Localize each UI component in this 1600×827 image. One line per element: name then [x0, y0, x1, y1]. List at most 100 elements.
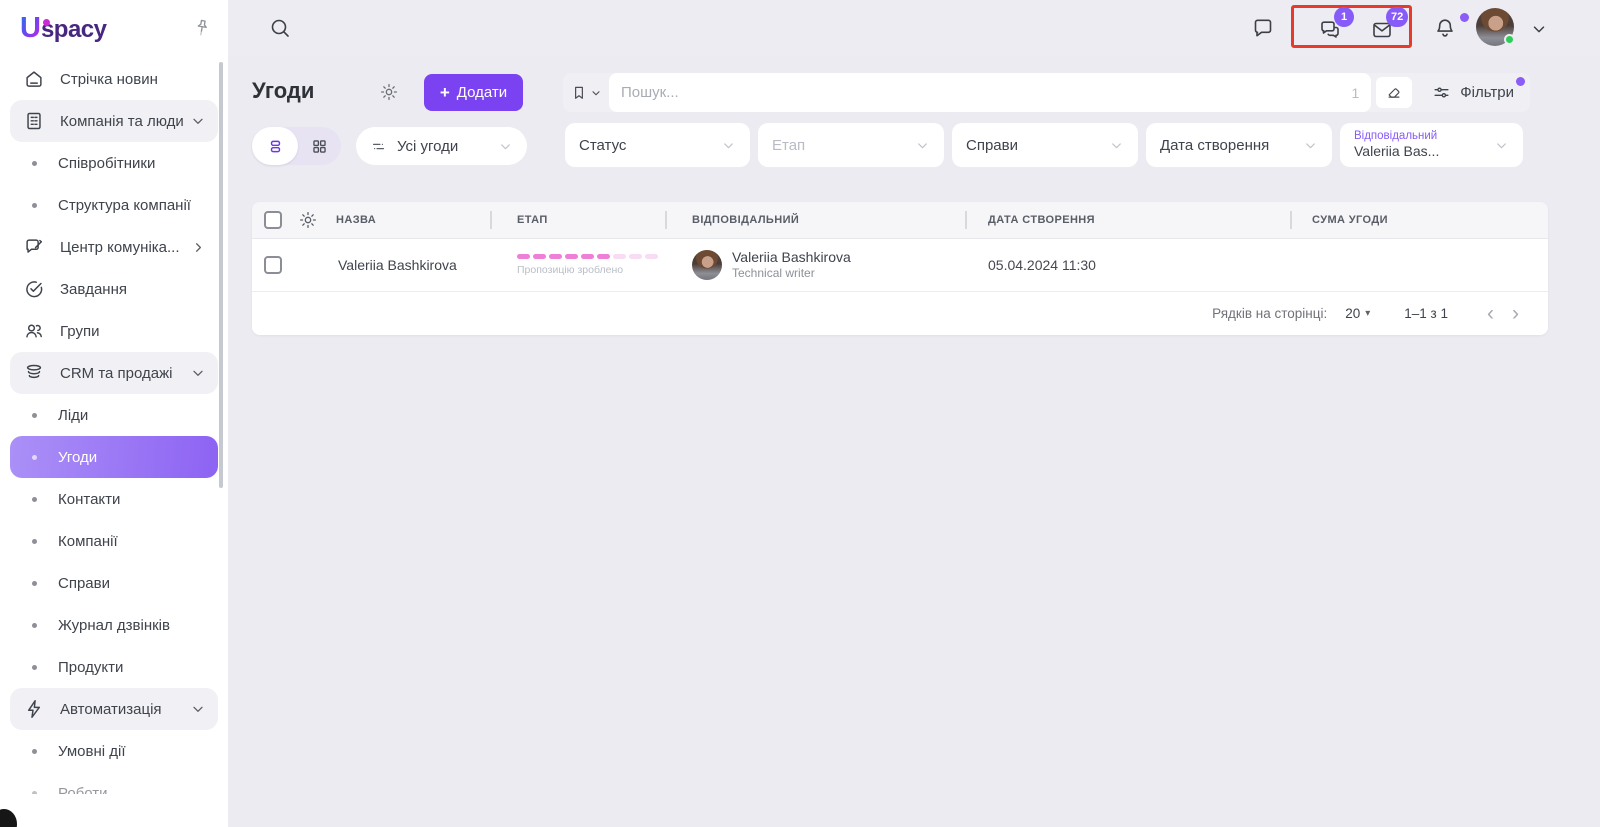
bell-icon[interactable]	[1433, 16, 1457, 40]
sidebar-scrollbar[interactable]	[219, 62, 223, 488]
search-input[interactable]	[621, 84, 1344, 101]
communication-icon	[22, 235, 46, 259]
bullet-icon	[32, 454, 37, 460]
topbar: 1 72	[228, 0, 1600, 56]
responsible-texts: Valeriia Bashkirova Technical writer	[732, 248, 851, 282]
sidebar-item-call-log[interactable]: Журнал дзвінків	[10, 604, 218, 646]
filter-responsible[interactable]: Відповідальний Valeriia Bas...	[1340, 123, 1523, 167]
sidebar-item-label: Автоматизація	[60, 700, 162, 718]
chat-badge[interactable]: 1	[1334, 7, 1354, 27]
logo-dot	[43, 18, 50, 26]
filters-button[interactable]: Фільтри	[1420, 73, 1530, 112]
stage-progress[interactable]: Пропозицію зроблено	[517, 254, 658, 276]
sidebar-item-label: Центр комуніка...	[60, 238, 180, 256]
kanban-view-button[interactable]	[298, 137, 341, 156]
view-toggle	[252, 127, 341, 165]
sidebar-item-companies[interactable]: Компанії	[10, 520, 218, 562]
sidebar-item-employees[interactable]: Співробітники	[10, 142, 218, 184]
list-view-button[interactable]	[252, 127, 298, 165]
company-icon	[22, 109, 46, 133]
table-pagination: Рядків на сторінці: 20 ▾ 1–1 з 1 ‹ ›	[252, 292, 1548, 335]
sidebar-group-company-people[interactable]: Компанія та люди	[10, 100, 218, 142]
next-page-button[interactable]: ›	[1503, 303, 1528, 324]
sidebar-item-label: Ліди	[58, 406, 89, 424]
sidebar-item-label: Структура компанії	[58, 196, 191, 214]
prev-page-button[interactable]: ‹	[1478, 303, 1503, 324]
created-date: 05.04.2024 11:30	[988, 257, 1096, 273]
filter-created-date[interactable]: Дата створення	[1146, 123, 1332, 167]
uspacy-logo[interactable]: U spacy	[20, 12, 107, 45]
filter-activities[interactable]: Справи	[952, 123, 1138, 167]
clear-search-button[interactable]	[1376, 77, 1413, 108]
sidebar-group-crm[interactable]: CRM та продажі	[10, 352, 218, 394]
column-header-sum[interactable]: СУМА УГОДИ	[1312, 214, 1388, 226]
list-view-icon	[266, 137, 285, 156]
chevron-down-icon	[190, 113, 206, 129]
sidebar-item-tasks[interactable]: Завдання	[10, 268, 218, 310]
deals-view-select[interactable]: Усі угоди	[356, 127, 527, 165]
rows-per-page-select[interactable]: 20 ▾	[1345, 306, 1370, 321]
bullet-icon	[32, 622, 37, 628]
column-header-stage[interactable]: ЕТАП	[517, 214, 548, 226]
chevron-down-icon	[1494, 138, 1509, 153]
eraser-icon	[1385, 84, 1403, 102]
home-icon	[22, 67, 46, 91]
row-col-name: Valeriia Bashkirova	[252, 256, 490, 274]
header-col-created: ДАТА СТВОРЕННЯ	[965, 214, 1290, 226]
sidebar-group-automation[interactable]: Автоматизація	[10, 688, 218, 730]
sidebar-item-contacts[interactable]: Контакти	[10, 478, 218, 520]
bullet-icon	[32, 748, 37, 754]
responsible-name[interactable]: Valeriia Bashkirova	[732, 248, 851, 266]
bullet-icon	[32, 790, 37, 794]
online-status-dot	[1504, 34, 1515, 45]
sidebar-item-label: CRM та продажі	[60, 364, 173, 382]
table-row[interactable]: Valeriia Bashkirova Пропозицію зроблено …	[252, 239, 1548, 292]
saved-filter-control[interactable]	[563, 84, 609, 102]
sidebar-item-communication-center[interactable]: Центр комуніка...	[10, 226, 218, 268]
search-count: 1	[1351, 84, 1360, 101]
search-bar: 1 Фільтри	[563, 73, 1530, 112]
chevron-down-icon	[498, 139, 513, 154]
row-checkbox[interactable]	[264, 256, 282, 274]
filter-status[interactable]: Статус	[565, 123, 750, 167]
sidebar-item-activities[interactable]: Справи	[10, 562, 218, 604]
chevron-down-icon	[915, 138, 930, 153]
filter-status-label: Статус	[579, 136, 627, 154]
sidebar-item-groups[interactable]: Групи	[10, 310, 218, 352]
sidebar: U spacy Стрічка новин Компанія та люди С…	[0, 0, 228, 827]
responsible-avatar[interactable]	[692, 250, 722, 280]
sidebar-item-company-structure[interactable]: Структура компанії	[10, 184, 218, 226]
filter-stage[interactable]: Етап	[758, 123, 944, 167]
comment-icon[interactable]	[1251, 16, 1275, 40]
add-deal-button[interactable]: + Додати	[424, 74, 523, 111]
column-header-name[interactable]: НАЗВА	[336, 214, 376, 226]
chevron-down-icon	[190, 365, 206, 381]
sidebar-item-label: Завдання	[60, 280, 127, 298]
profile-chevron-down-icon[interactable]	[1530, 20, 1548, 38]
global-search-icon[interactable]	[268, 16, 292, 40]
sidebar-item-deals[interactable]: Угоди	[10, 436, 218, 478]
bullet-icon	[32, 538, 37, 544]
bullet-icon	[32, 664, 37, 670]
header-col-stage: ЕТАП	[490, 214, 665, 226]
columns-gear-icon[interactable]	[298, 210, 318, 230]
mail-badge[interactable]: 72	[1386, 7, 1409, 27]
bullet-icon	[32, 496, 37, 502]
sidebar-item-products[interactable]: Продукти	[10, 646, 218, 688]
sidebar-item-robots[interactable]: Роботи	[10, 772, 218, 794]
logo-row: U spacy	[0, 0, 228, 56]
column-header-created[interactable]: ДАТА СТВОРЕННЯ	[988, 214, 1095, 226]
sidebar-item-leads[interactable]: Ліди	[10, 394, 218, 436]
deals-table: НАЗВА ЕТАП ВІДПОВІДАЛЬНИЙ ДАТА СТВОРЕННЯ…	[252, 202, 1548, 335]
sidebar-item-newsfeed[interactable]: Стрічка новин	[10, 58, 218, 100]
crm-stack-icon	[22, 361, 46, 385]
chevron-down-icon	[590, 87, 602, 99]
deal-name[interactable]: Valeriia Bashkirova	[338, 257, 457, 273]
sidebar-item-label: Стрічка новин	[60, 70, 158, 88]
pin-sidebar-icon[interactable]	[190, 16, 213, 39]
sidebar-item-label: Справи	[58, 574, 110, 592]
sidebar-item-conditional-actions[interactable]: Умовні дії	[10, 730, 218, 772]
page-settings-gear-icon[interactable]	[379, 82, 399, 102]
select-all-checkbox[interactable]	[264, 211, 282, 229]
column-header-responsible[interactable]: ВІДПОВІДАЛЬНИЙ	[692, 214, 799, 226]
